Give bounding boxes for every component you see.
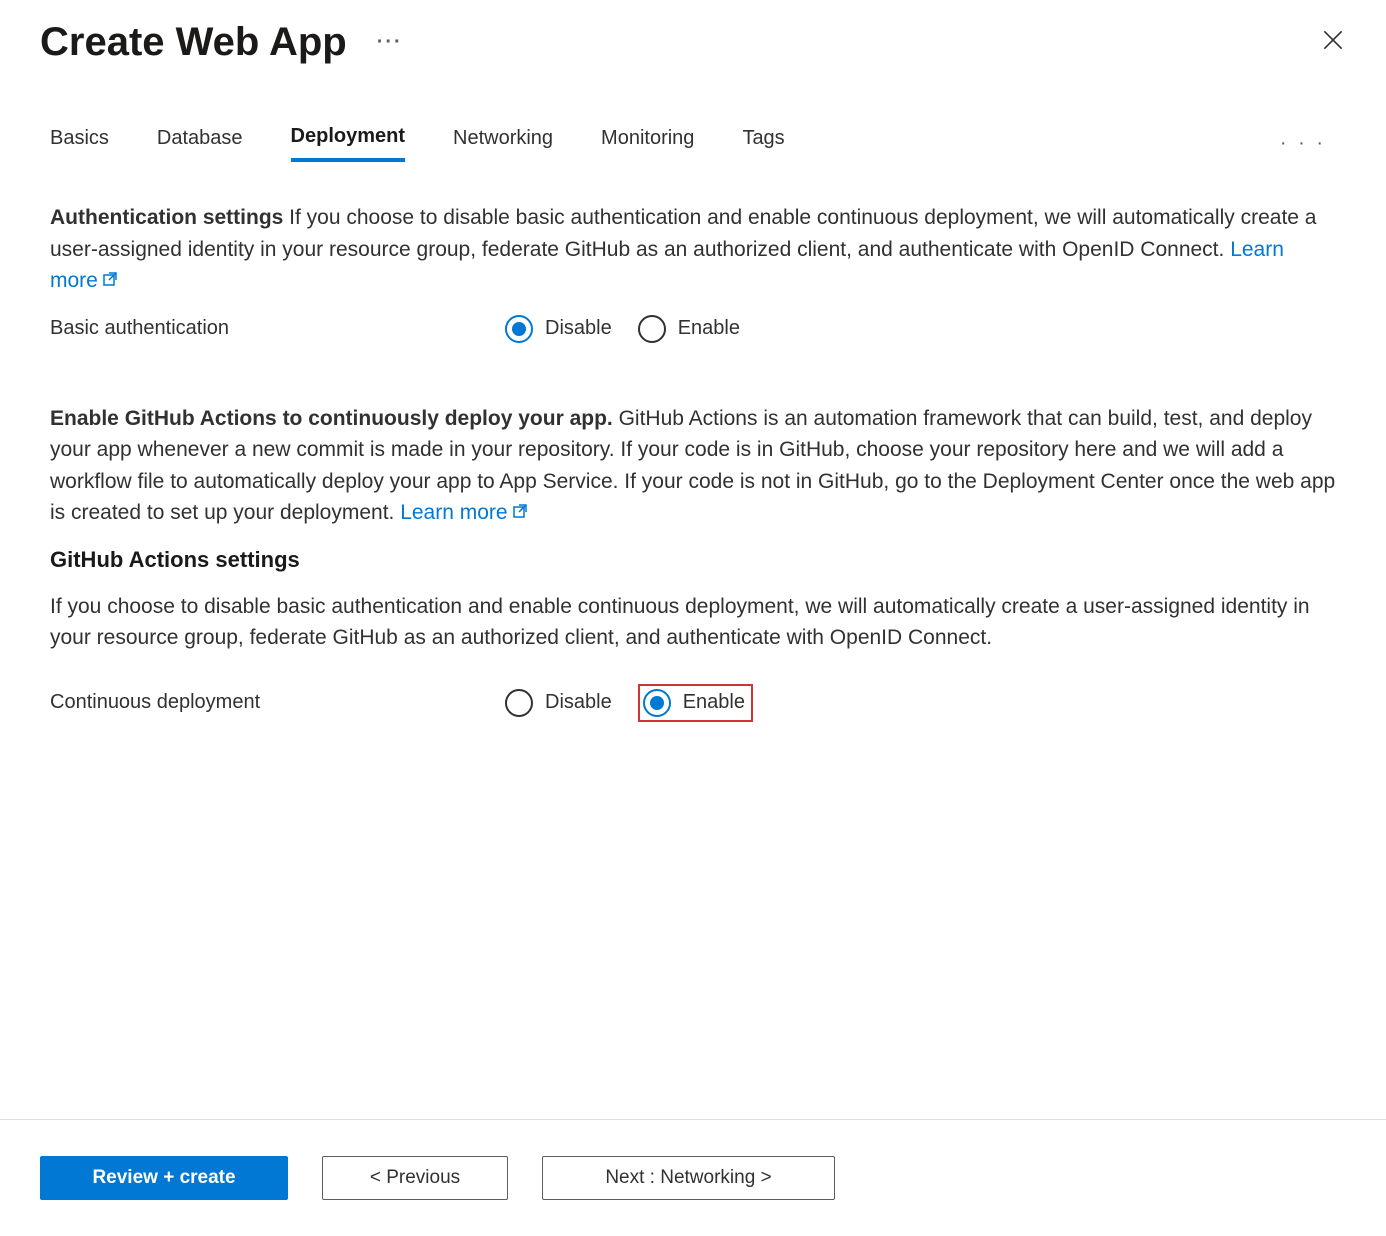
page-title-text: Create Web App bbox=[40, 20, 347, 65]
github-settings-heading: GitHub Actions settings bbox=[50, 547, 1336, 573]
basic-auth-label: Basic authentication bbox=[50, 317, 505, 340]
continuous-deployment-enable-option[interactable]: Enable bbox=[643, 689, 745, 717]
header: Create Web App ··· bbox=[0, 0, 1386, 75]
continuous-deployment-radio-group: Disable Enable bbox=[505, 684, 753, 722]
tab-deployment[interactable]: Deployment bbox=[291, 125, 405, 162]
continuous-deployment-enable-label: Enable bbox=[683, 691, 745, 714]
previous-button[interactable]: < Previous bbox=[322, 1156, 508, 1200]
github-heading: Enable GitHub Actions to continuously de… bbox=[50, 407, 613, 430]
github-learn-more-text: Learn more bbox=[400, 501, 507, 524]
auth-settings-text: Authentication settings If you choose to… bbox=[50, 202, 1336, 297]
basic-auth-field: Basic authentication Disable Enable bbox=[50, 315, 1336, 343]
tabs: Basics Database Deployment Networking Mo… bbox=[50, 125, 1336, 162]
github-learn-more-link[interactable]: Learn more bbox=[400, 501, 527, 524]
auth-heading: Authentication settings bbox=[50, 206, 283, 229]
external-link-icon bbox=[512, 497, 528, 529]
github-settings-description: If you choose to disable basic authentic… bbox=[50, 591, 1336, 654]
radio-icon bbox=[505, 689, 533, 717]
basic-auth-radio-group: Disable Enable bbox=[505, 315, 740, 343]
footer: Review + create < Previous Next : Networ… bbox=[0, 1119, 1386, 1236]
github-actions-text: Enable GitHub Actions to continuously de… bbox=[50, 403, 1336, 529]
page-title: Create Web App ··· bbox=[40, 20, 403, 65]
title-more-icon[interactable]: ··· bbox=[377, 31, 403, 54]
tab-tags[interactable]: Tags bbox=[742, 127, 784, 160]
next-button[interactable]: Next : Networking > bbox=[542, 1156, 835, 1200]
review-create-button[interactable]: Review + create bbox=[40, 1156, 288, 1200]
radio-icon bbox=[505, 315, 533, 343]
continuous-deployment-disable-option[interactable]: Disable bbox=[505, 689, 612, 717]
content-area: Basics Database Deployment Networking Mo… bbox=[0, 75, 1386, 722]
tabs-more-icon[interactable]: · · · bbox=[1280, 132, 1336, 155]
continuous-deployment-disable-label: Disable bbox=[545, 691, 612, 714]
continuous-deployment-label: Continuous deployment bbox=[50, 691, 505, 714]
tab-monitoring[interactable]: Monitoring bbox=[601, 127, 694, 160]
close-icon[interactable] bbox=[1320, 27, 1346, 59]
tab-database[interactable]: Database bbox=[157, 127, 243, 160]
radio-icon bbox=[643, 689, 671, 717]
basic-auth-enable-label: Enable bbox=[678, 317, 740, 340]
tab-networking[interactable]: Networking bbox=[453, 127, 553, 160]
basic-auth-disable-label: Disable bbox=[545, 317, 612, 340]
basic-auth-disable-option[interactable]: Disable bbox=[505, 315, 612, 343]
external-link-icon bbox=[102, 265, 118, 297]
basic-auth-enable-option[interactable]: Enable bbox=[638, 315, 740, 343]
radio-icon bbox=[638, 315, 666, 343]
tab-basics[interactable]: Basics bbox=[50, 127, 109, 160]
continuous-deployment-field: Continuous deployment Disable Enable bbox=[50, 684, 1336, 722]
enable-highlight-box: Enable bbox=[638, 684, 753, 722]
